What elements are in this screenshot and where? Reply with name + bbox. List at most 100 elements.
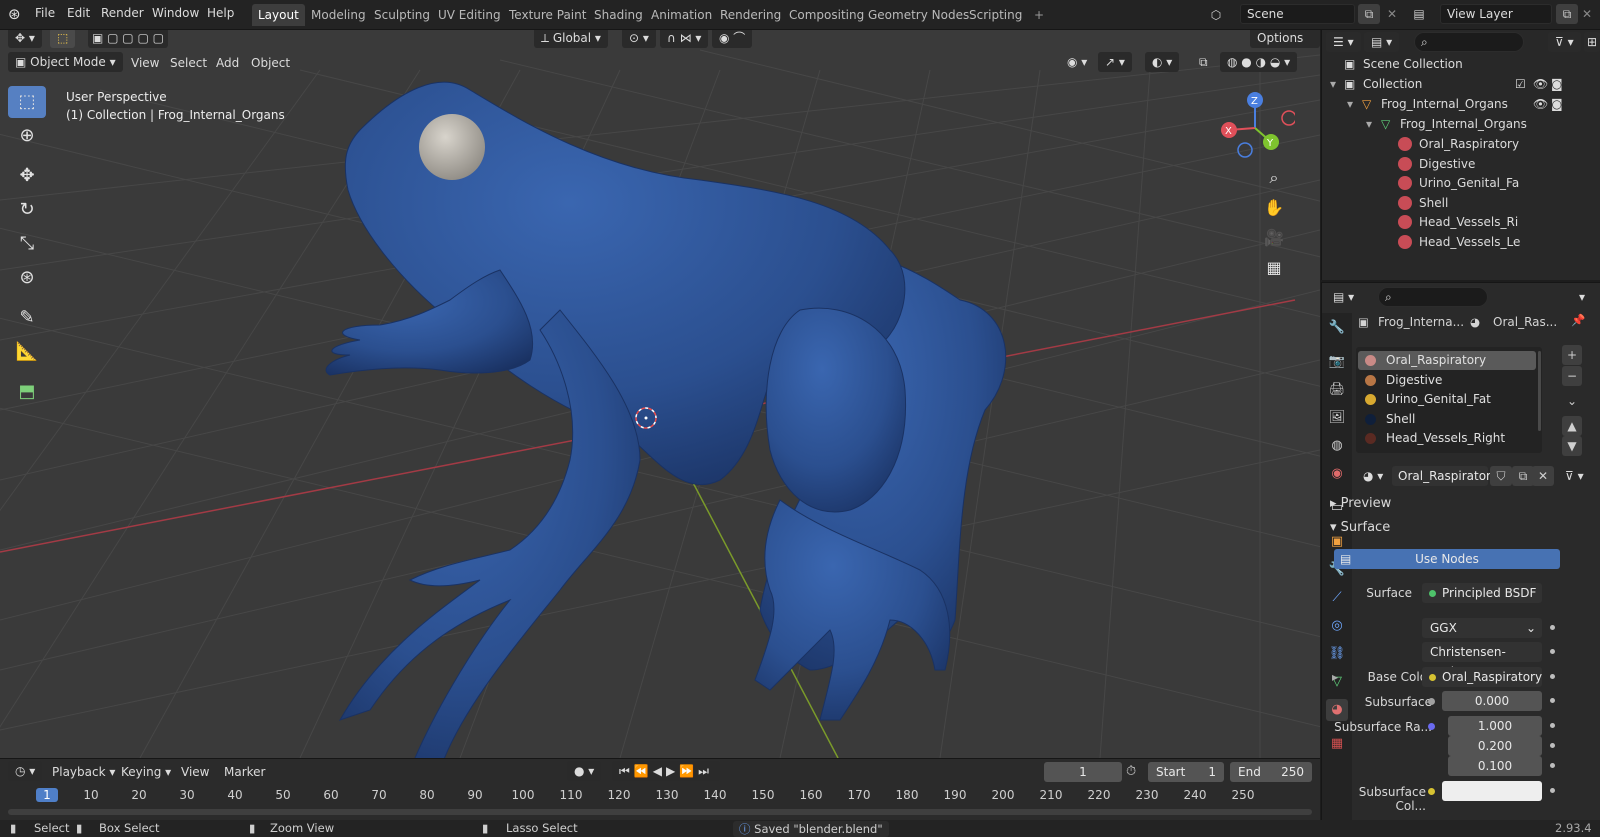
menu-file[interactable]: File: [35, 6, 55, 20]
keyframe-dot-icon[interactable]: [1550, 723, 1555, 728]
subsurface-color-swatch[interactable]: [1442, 781, 1542, 801]
properties-editor[interactable]: ▤ ▾ ⌕ ▾ 🔧 📷 🖨 🖼 ◍ ◉ ▭ ▣ 🔧 ⟋ ◎ ⛓ ▽ ◕ ▦ ▣ …: [1321, 282, 1600, 821]
xray-icon[interactable]: ⧉: [1192, 52, 1215, 72]
ortho-grid-icon[interactable]: ▦: [1260, 254, 1288, 282]
scale-tool-icon[interactable]: ⤡: [8, 228, 46, 260]
add-workspace-button[interactable]: +: [1028, 4, 1050, 26]
tab-geometry-nodes[interactable]: Geometry Nodes: [862, 4, 975, 26]
duplicate-material-icon[interactable]: ⧉: [1512, 466, 1534, 486]
scene-tab-icon[interactable]: ◍: [1326, 435, 1348, 457]
checkbox-icon[interactable]: ☑: [1515, 74, 1526, 94]
material-slot[interactable]: Shell: [1358, 410, 1536, 429]
move-tool-icon[interactable]: ✥: [8, 160, 46, 192]
tab-layout[interactable]: Layout: [252, 4, 305, 26]
camera-icon[interactable]: ◙: [1551, 94, 1563, 114]
preview-section[interactable]: ▸ Preview: [1330, 496, 1391, 511]
delete-scene-icon[interactable]: ✕: [1381, 4, 1403, 24]
outliner-row-scene-collection[interactable]: ▣ Scene Collection: [1322, 54, 1600, 74]
move-slot-down-icon[interactable]: ▼: [1562, 436, 1582, 456]
pan-hand-icon[interactable]: ✋: [1260, 194, 1288, 222]
camera-icon[interactable]: ◙: [1551, 74, 1563, 94]
scene-icon[interactable]: ⬡: [1205, 5, 1227, 25]
tab-shading[interactable]: Shading: [588, 4, 649, 26]
status-message[interactable]: ⓘ Saved "blender.blend": [733, 821, 889, 837]
annotate-tool-icon[interactable]: ✎: [8, 302, 46, 334]
expand-arrow-icon[interactable]: ▾: [1366, 114, 1372, 134]
keyframe-dot-icon[interactable]: [1550, 763, 1555, 768]
timeline-editor[interactable]: ◷ ▾ Playback ▾ Keying ▾ View Marker ● ▾ …: [0, 758, 1320, 820]
cursor-tool-icon[interactable]: ⊕: [8, 120, 46, 152]
eye-icon[interactable]: 👁: [1533, 94, 1548, 114]
remove-material-slot-icon[interactable]: −: [1562, 366, 1582, 386]
subsurface-radius-x[interactable]: 1.000: [1448, 716, 1542, 736]
fake-user-icon[interactable]: ⛉: [1490, 466, 1512, 486]
outliner-row-material[interactable]: Shell: [1322, 193, 1600, 213]
material-list-scrollbar[interactable]: [1538, 351, 1541, 431]
keyframe-dot-icon[interactable]: [1550, 788, 1555, 793]
outliner-row-collection[interactable]: ▾ ▣ Collection ☑ 👁 ◙: [1322, 74, 1600, 94]
outliner-editor-type-button[interactable]: ☰ ▾: [1326, 32, 1361, 52]
proportional-edit-icon[interactable]: ◉ ⌒: [712, 30, 753, 48]
material-slot-list[interactable]: Oral_Raspiratory Digestive Urino_Genital_F…: [1356, 347, 1542, 453]
material-slot[interactable]: Head_Vessels_Right: [1358, 429, 1536, 448]
eye-icon[interactable]: 👁: [1533, 74, 1548, 94]
render-tab-icon[interactable]: 📷: [1326, 351, 1348, 373]
constraints-tab-icon[interactable]: ⛓: [1326, 643, 1348, 665]
material-slot[interactable]: Urino_Genital_Fat: [1358, 390, 1536, 409]
new-scene-icon[interactable]: ⧉: [1358, 4, 1380, 24]
move-slot-up-icon[interactable]: ▲: [1562, 416, 1582, 436]
tab-scripting[interactable]: Scripting: [963, 4, 1028, 26]
snap-icon[interactable]: ∩ ⋈ ▾: [660, 30, 709, 48]
pin-icon[interactable]: 📌: [1571, 313, 1585, 327]
properties-options-icon[interactable]: ▾: [1572, 287, 1592, 307]
material-slot[interactable]: Oral_Raspiratory: [1358, 351, 1536, 370]
subsurface-radius-y[interactable]: 0.200: [1448, 736, 1542, 756]
outliner-row-mesh[interactable]: ▾ ▽ Frog_Internal_Organs: [1322, 114, 1600, 134]
transform-orientation-dropdown[interactable]: ⟂ Global ▾: [534, 30, 608, 48]
new-collection-icon[interactable]: ⊞: [1584, 32, 1600, 52]
blender-logo-icon[interactable]: ⊛: [8, 5, 21, 23]
display-mode-button[interactable]: ▤ ▾: [1364, 32, 1400, 52]
use-nodes-button[interactable]: ▤ Use Nodes: [1334, 549, 1560, 569]
viewport-canvas[interactable]: [0, 30, 1320, 758]
overlay-toggle-icon[interactable]: ◐ ▾: [1145, 52, 1180, 72]
outliner-row-material[interactable]: Head_Vessels_Ri: [1322, 212, 1600, 232]
tab-modeling[interactable]: Modeling: [305, 4, 372, 26]
properties-search-input[interactable]: ⌕: [1378, 287, 1488, 307]
tab-animation[interactable]: Animation: [645, 4, 718, 26]
timeline-scrollbar[interactable]: [8, 809, 1312, 815]
material-specials-icon[interactable]: ⌄: [1562, 391, 1582, 411]
browse-material-icon[interactable]: ◕ ▾: [1356, 466, 1391, 486]
physics-tab-icon[interactable]: ◎: [1326, 615, 1348, 637]
new-view-layer-icon[interactable]: ⧉: [1556, 4, 1578, 24]
tool-tab-icon[interactable]: 🔧: [1326, 317, 1348, 339]
outliner-row-material[interactable]: Urino_Genital_Fa: [1322, 173, 1600, 193]
add-cube-tool-icon[interactable]: ⬒: [8, 376, 46, 408]
outliner-search-input[interactable]: ⌕: [1414, 32, 1524, 52]
view-layer-tab-icon[interactable]: 🖼: [1326, 407, 1348, 429]
zoom-icon[interactable]: ⌕: [1260, 164, 1288, 192]
material-link-dropdown[interactable]: ⊽ ▾: [1558, 466, 1591, 486]
tab-rendering[interactable]: Rendering: [714, 4, 787, 26]
expand-arrow-icon[interactable]: ▾: [1347, 94, 1353, 114]
properties-editor-type-button[interactable]: ▤ ▾: [1326, 287, 1362, 307]
unlink-material-icon[interactable]: ✕: [1532, 466, 1554, 486]
tab-sculpting[interactable]: Sculpting: [368, 4, 436, 26]
keyframe-dot-icon[interactable]: [1550, 649, 1555, 654]
scene-field[interactable]: Scene: [1240, 4, 1355, 24]
measure-tool-icon[interactable]: 📐: [8, 336, 46, 368]
outliner-row-material[interactable]: Head_Vessels_Le: [1322, 232, 1600, 252]
navigation-gizmo[interactable]: Z X Y: [1215, 88, 1295, 168]
tab-compositing[interactable]: Compositing: [783, 4, 870, 26]
expand-arrow-icon[interactable]: ▾: [1330, 74, 1336, 94]
subsurface-radius-z[interactable]: 0.100: [1448, 756, 1542, 776]
menu-edit[interactable]: Edit: [67, 6, 90, 20]
distribution-dropdown[interactable]: GGX ⌄: [1422, 618, 1542, 638]
keyframe-dot-icon[interactable]: [1550, 674, 1555, 679]
menu-window[interactable]: Window: [152, 6, 199, 20]
tab-uv-editing[interactable]: UV Editing: [432, 4, 507, 26]
shading-modes[interactable]: ◍ ● ◑ ◒ ▾: [1220, 52, 1298, 72]
tab-texture-paint[interactable]: Texture Paint: [503, 4, 592, 26]
view-layer-icon[interactable]: ▤: [1408, 4, 1430, 24]
output-tab-icon[interactable]: 🖨: [1326, 379, 1348, 401]
